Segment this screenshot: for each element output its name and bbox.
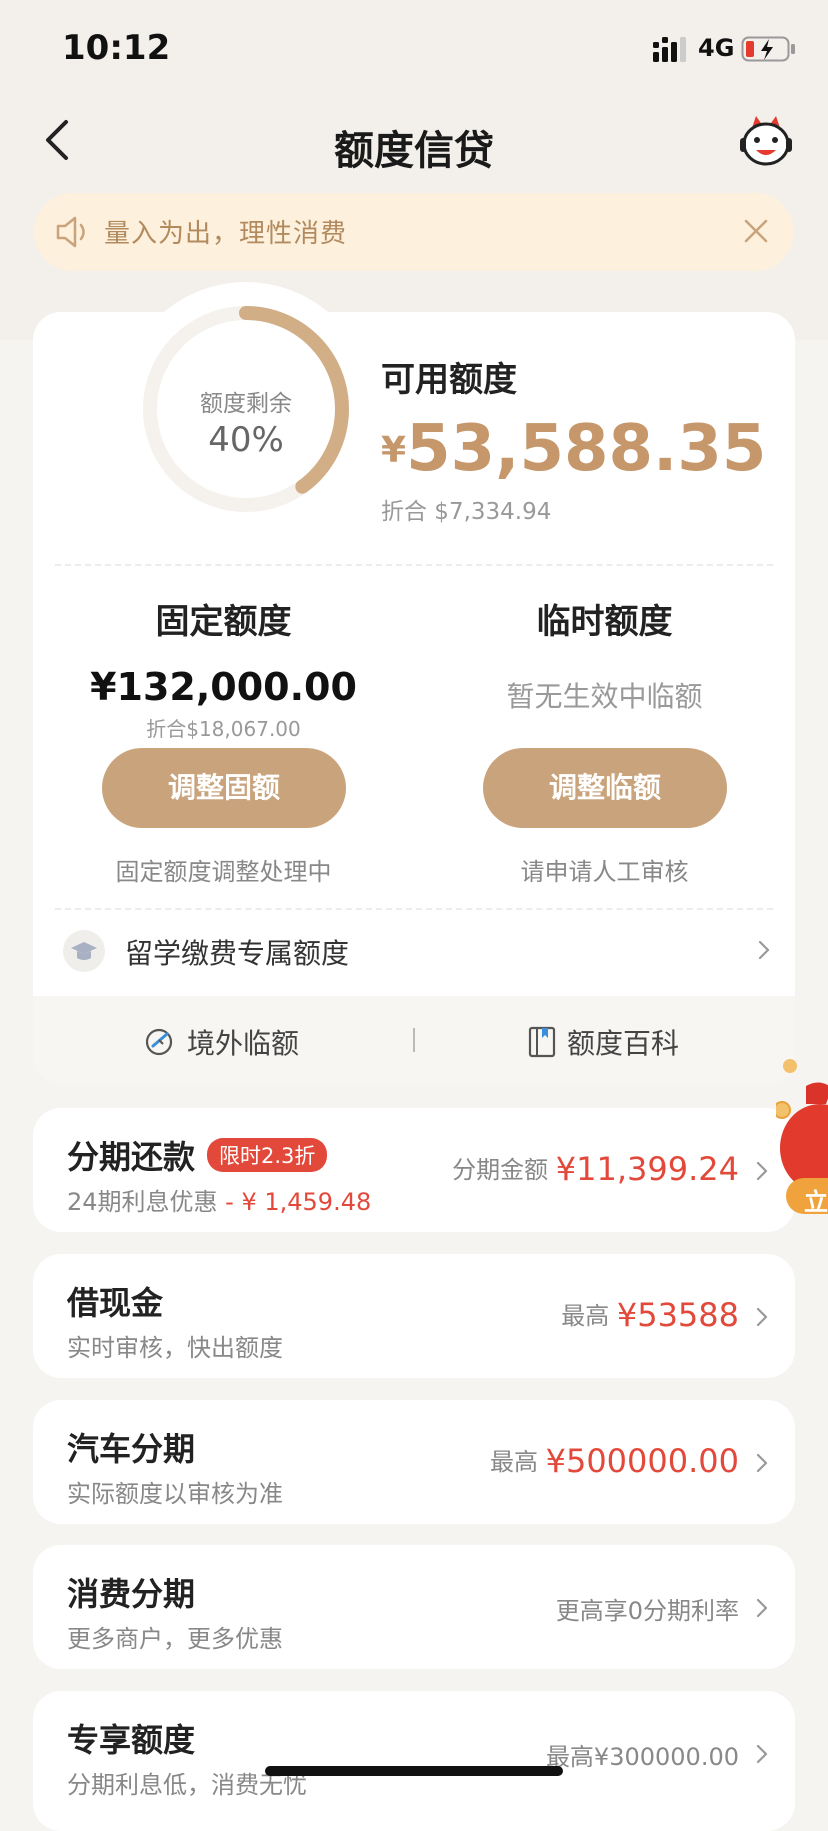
temporary-credit-title: 临时额度 [536, 602, 673, 642]
fixed-credit-title: 固定额度 [155, 602, 292, 642]
adjust-temporary-button[interactable]: 调整临额 [483, 748, 727, 828]
installment-subtitle: 24期利息优惠 - ¥ 1,459.48 [67, 1182, 371, 1217]
notice-text: 量入为出，理性消费 [104, 219, 348, 249]
chevron-right-icon [756, 1744, 768, 1764]
cash-title: 借现金 [67, 1284, 164, 1322]
available-credit-amount: ¥53,588.35 [381, 412, 766, 486]
mascot-service-icon[interactable] [738, 114, 794, 168]
installment-amount-value: ¥11,399.24 [555, 1150, 739, 1188]
installment-discount: - ¥ 1,459.48 [217, 1188, 372, 1216]
study-abroad-label: 留学缴费专属额度 [125, 937, 350, 970]
installment-amount-label: 分期金额 [452, 1156, 549, 1184]
cash-max-label: 最高 [561, 1302, 610, 1330]
credit-summary-card: 额度剩余 40% 可用额度 ¥53,588.35 折合 $7,334.94 固定… [33, 282, 795, 1084]
available-amount-value: 53,588.35 [406, 412, 767, 486]
fixed-adjust-note: 固定额度调整处理中 [115, 858, 332, 886]
installment-amount: 分期金额 ¥11,399.24 [452, 1150, 739, 1188]
chevron-right-icon [756, 1161, 768, 1181]
car-max: 最高 ¥500000.00 [490, 1442, 739, 1480]
car-max-label: 最高 [489, 1448, 538, 1476]
ring-label: 额度剩余 [200, 391, 292, 417]
status-time: 10:12 [62, 28, 171, 68]
borrow-cash-card[interactable]: 借现金 实时审核，快出额度 最高 ¥53588 [33, 1254, 795, 1378]
home-indicator [265, 1766, 563, 1776]
car-installment-card[interactable]: 汽车分期 实际额度以审核为准 最高 ¥500000.00 [33, 1400, 795, 1524]
exclusive-title: 专享额度 [67, 1721, 196, 1759]
available-credit-label: 可用额度 [381, 360, 517, 400]
installment-sub-text: 24期利息优惠 [67, 1188, 218, 1216]
consumer-subtitle: 更多商户，更多优惠 [67, 1625, 283, 1653]
consumer-title: 消费分期 [67, 1575, 196, 1613]
cash-subtitle: 实时审核，快出额度 [67, 1334, 283, 1362]
chevron-right-icon [756, 1598, 768, 1618]
installment-repay-card[interactable]: 分期还款 限时2.3折 24期利息优惠 - ¥ 1,459.48 分期金额 ¥11… [33, 1108, 795, 1232]
study-abroad-credit-row[interactable]: 留学缴费专属额度 [33, 908, 795, 990]
exclusive-credit-card[interactable]: 专享额度 分期利息低，消费无忧 最高¥300000.00 [33, 1691, 795, 1831]
signal-icon [653, 37, 686, 62]
exclusive-max: 最高¥300000.00 [545, 1743, 739, 1771]
fixed-credit-converted: 折合$18,067.00 [146, 717, 301, 741]
chevron-right-icon [756, 1453, 768, 1473]
floating-promo-button[interactable]: 立 [773, 1058, 828, 1218]
consumer-rate-note: 更高享0分期利率 [555, 1597, 739, 1625]
temporary-credit-column: 临时额度 暂无生效中临额 [414, 594, 795, 715]
graduation-cap-glyph [71, 942, 97, 960]
discount-badge: 限时2.3折 [207, 1138, 328, 1172]
overseas-temp-label: 境外临额 [187, 1027, 300, 1060]
consumer-installment-card[interactable]: 消费分期 更多商户，更多优惠 更高享0分期利率 [33, 1545, 795, 1669]
cash-max-value: ¥53588 [616, 1296, 739, 1334]
notice-bar: 量入为出，理性消费 [34, 193, 794, 271]
plane-globe-icon [145, 1028, 173, 1056]
link-separator [413, 1028, 415, 1052]
ring-percentage: 40% [208, 420, 284, 460]
car-max-value: ¥500000.00 [545, 1442, 739, 1480]
page-title: 额度信贷 [334, 128, 494, 174]
close-icon[interactable] [738, 213, 774, 249]
fixed-credit-amount: ¥132,000.00 [90, 665, 357, 709]
temporary-adjust-note: 请申请人工审核 [520, 858, 689, 886]
book-icon [528, 1026, 556, 1058]
fixed-credit-column: 固定额度 ¥132,000.00 折合$18,067.00 [33, 594, 414, 742]
available-converted: 折合 $7,334.94 [381, 499, 552, 525]
status-bar: 10:12 4G [0, 0, 828, 96]
chevron-right-icon [758, 940, 770, 960]
nav-bar: 额度信贷 [0, 96, 828, 192]
graduation-cap-icon [63, 930, 105, 972]
currency-symbol: ¥ [381, 430, 407, 471]
credit-links-bar: 境外临额 额度百科 [33, 996, 795, 1084]
installment-title: 分期还款 限时2.3折 [67, 1132, 328, 1178]
installment-title-text: 分期还款 [67, 1138, 196, 1176]
cash-max: 最高 ¥53588 [561, 1296, 739, 1334]
divider [55, 564, 773, 566]
floating-promo-label: 立 [804, 1188, 828, 1216]
adjust-fixed-button[interactable]: 调整固额 [102, 748, 346, 828]
network-type: 4G [698, 34, 735, 62]
speaker-icon [56, 216, 85, 248]
chevron-right-icon [756, 1307, 768, 1327]
battery-icon [741, 36, 795, 62]
car-subtitle: 实际额度以审核为准 [67, 1480, 283, 1508]
credit-wiki-label: 额度百科 [567, 1027, 680, 1060]
car-title: 汽车分期 [67, 1430, 196, 1468]
temporary-credit-status: 暂无生效中临额 [506, 680, 703, 713]
